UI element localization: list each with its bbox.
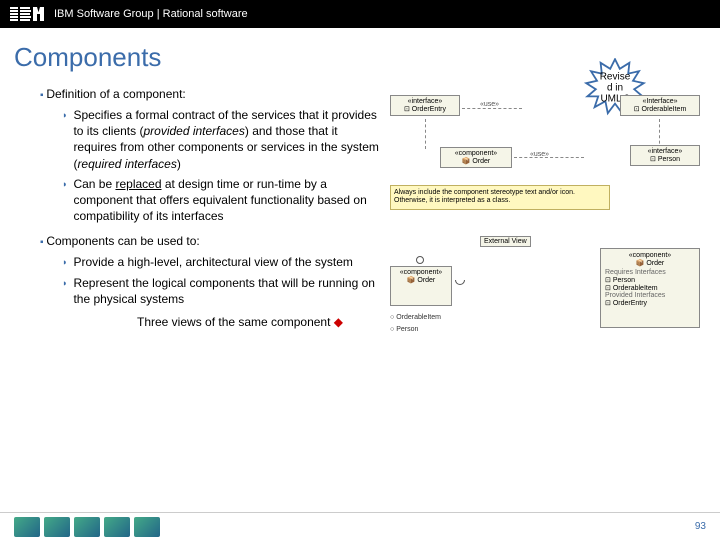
bullet-highlevel: Provide a high-level, architectural view… <box>62 254 380 270</box>
label-use1: «use» <box>480 101 499 108</box>
footer-icon <box>104 517 130 537</box>
header-text: IBM Software Group | Rational software <box>54 8 248 20</box>
bullet-definition: Definition of a component: <box>40 87 380 101</box>
caption: Three views of the same component <box>100 315 380 329</box>
box-order: «component»📦 Order <box>440 147 512 168</box>
diagram-top: «interface»⊡ OrderEntry «Interface»⊡ Ord… <box>390 91 700 226</box>
label-extview: External View <box>480 236 531 247</box>
bullet-usedto: Components can be used to: <box>40 234 380 248</box>
left-column: Definition of a component: Specifies a f… <box>40 85 380 366</box>
bullet-contract: Specifies a formal contract of the servi… <box>62 107 380 172</box>
lollipop-icon <box>416 256 424 264</box>
note-box: Always include the component stereotype … <box>390 185 610 210</box>
bullet-replaced: Can be replaced at design time or run-ti… <box>62 176 380 225</box>
box-order3: «component» 📦 Order Requires Interfaces … <box>600 248 700 328</box>
diagram-bottom: External View «component»📦 Order ○ Order… <box>390 236 700 366</box>
dash2 <box>425 119 426 149</box>
box-order2: «component»📦 Order <box>390 266 452 306</box>
box-orderentry: «interface»⊡ OrderEntry <box>390 95 460 116</box>
right-column: «interface»⊡ OrderEntry «Interface»⊡ Ord… <box>380 85 700 366</box>
footer: 93 <box>0 512 720 540</box>
footer-icon <box>44 517 70 537</box>
content-area: Definition of a component: Specifies a f… <box>0 73 720 366</box>
dash1 <box>462 108 522 109</box>
bullet-logical: Represent the logical components that wi… <box>62 275 380 307</box>
label-orderableitem: ○ OrderableItem <box>390 314 441 321</box>
footer-icon <box>134 517 160 537</box>
box-orderableitem: «Interface»⊡ OrderableItem <box>620 95 700 116</box>
footer-icon <box>74 517 100 537</box>
label-person2: ○ Person <box>390 326 418 333</box>
box-person: «interface»⊡ Person <box>630 145 700 166</box>
socket-icon <box>455 280 465 285</box>
header-bar: IBM Software Group | Rational software <box>0 0 720 28</box>
footer-icons <box>14 517 160 537</box>
footer-icon <box>14 517 40 537</box>
dash4 <box>514 157 584 158</box>
page-number: 93 <box>695 521 706 532</box>
ibm-logo <box>10 7 44 21</box>
